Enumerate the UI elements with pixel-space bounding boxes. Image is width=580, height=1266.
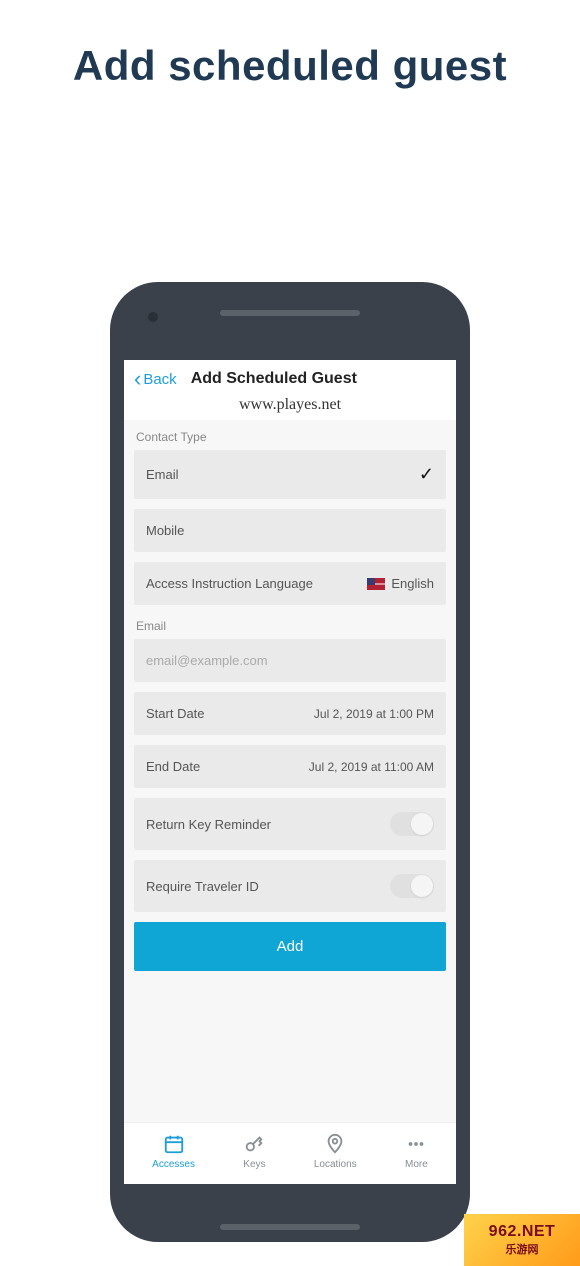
start-date-label: Start Date — [146, 706, 205, 721]
tab-label: Locations — [314, 1159, 357, 1170]
tab-keys[interactable]: Keys — [243, 1133, 265, 1170]
traveler-id-row: Require Traveler ID — [134, 860, 446, 912]
start-date-value: Jul 2, 2019 at 1:00 PM — [314, 707, 434, 721]
language-value: English — [367, 576, 434, 591]
key-icon — [243, 1133, 265, 1155]
contact-type-mobile-option[interactable]: Mobile — [134, 509, 446, 552]
contact-type-email-option[interactable]: Email ✓ — [134, 450, 446, 499]
return-key-toggle[interactable] — [390, 812, 434, 836]
tab-label: Keys — [243, 1159, 265, 1170]
traveler-id-toggle[interactable] — [390, 874, 434, 898]
location-icon — [324, 1133, 346, 1155]
page-title: Add Scheduled Guest — [191, 370, 357, 388]
brand-bottom: 乐游网 — [506, 1241, 539, 1257]
camera-dot — [148, 312, 158, 322]
chevron-left-icon: ‹ — [134, 368, 141, 390]
phone-frame: ‹ Back Add Scheduled Guest www.playes.ne… — [110, 282, 470, 1242]
site-watermark-badge: 962.NET 乐游网 — [464, 1214, 580, 1266]
start-date-row[interactable]: Start Date Jul 2, 2019 at 1:00 PM — [134, 692, 446, 735]
form-content: Contact Type Email ✓ Mobile Access Instr… — [124, 420, 456, 1122]
end-date-row[interactable]: End Date Jul 2, 2019 at 11:00 AM — [134, 745, 446, 788]
language-row[interactable]: Access Instruction Language English — [134, 562, 446, 605]
tab-more[interactable]: More — [405, 1133, 428, 1170]
calendar-icon — [163, 1133, 185, 1155]
email-section-label: Email — [134, 615, 446, 639]
tab-accesses[interactable]: Accesses — [152, 1133, 195, 1170]
nav-bar: ‹ Back Add Scheduled Guest — [124, 360, 456, 394]
watermark-text: www.playes.net — [124, 396, 456, 414]
phone-screen: ‹ Back Add Scheduled Guest www.playes.ne… — [124, 360, 456, 1184]
speaker-slot — [220, 310, 360, 316]
back-button[interactable]: ‹ Back — [134, 368, 177, 390]
hero-title: Add scheduled guest — [0, 42, 580, 90]
option-label: Email — [146, 467, 179, 482]
end-date-label: End Date — [146, 759, 200, 774]
language-label: Access Instruction Language — [146, 576, 313, 591]
check-icon: ✓ — [419, 464, 434, 485]
tab-label: Accesses — [152, 1159, 195, 1170]
option-label: Mobile — [146, 523, 184, 538]
tab-locations[interactable]: Locations — [314, 1133, 357, 1170]
back-label: Back — [143, 371, 176, 388]
contact-type-label: Contact Type — [134, 426, 446, 450]
email-placeholder: email@example.com — [146, 653, 268, 668]
home-indicator — [220, 1224, 360, 1230]
end-date-value: Jul 2, 2019 at 11:00 AM — [309, 760, 434, 774]
email-input[interactable]: email@example.com — [134, 639, 446, 682]
tab-bar: Accesses Keys Locations More — [124, 1122, 456, 1184]
add-button[interactable]: Add — [134, 922, 446, 971]
traveler-id-label: Require Traveler ID — [146, 879, 259, 894]
brand-top: 962.NET — [489, 1223, 556, 1241]
language-text: English — [391, 576, 434, 591]
tab-label: More — [405, 1159, 428, 1170]
more-icon — [405, 1133, 427, 1155]
us-flag-icon — [367, 578, 385, 590]
return-key-label: Return Key Reminder — [146, 817, 271, 832]
return-key-row: Return Key Reminder — [134, 798, 446, 850]
